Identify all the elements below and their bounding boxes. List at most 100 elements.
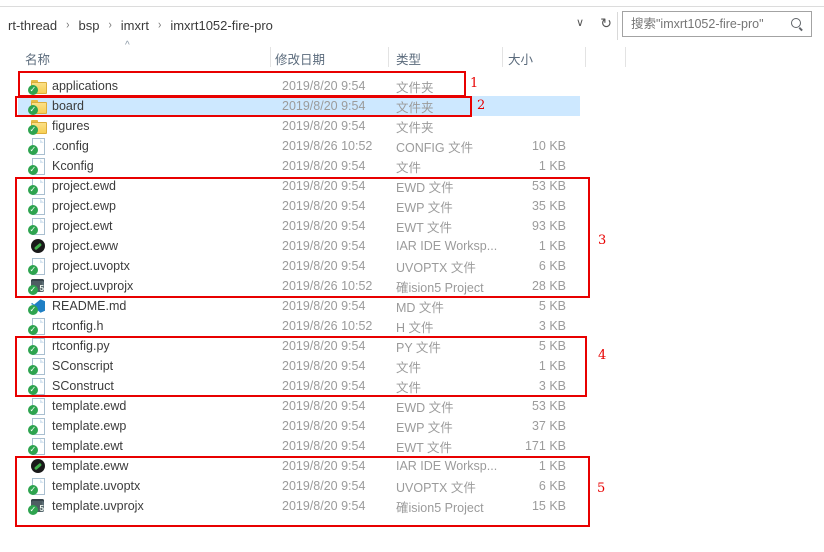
iar-workbench-icon	[30, 458, 46, 474]
file-row[interactable]: SConstruct 2019/8/20 9:54 文件 3 KB	[18, 376, 580, 396]
breadcrumb: rt-thread › bsp › imxrt › imxrt1052-fire…	[8, 7, 273, 43]
document-icon	[28, 318, 46, 335]
document-icon	[28, 158, 46, 175]
file-size: 1 KB	[538, 359, 566, 373]
file-name: project.ewd	[52, 179, 116, 193]
file-row[interactable]: applications 2019/8/20 9:54 文件夹	[18, 76, 580, 96]
file-row[interactable]: .config 2019/8/26 10:52 CONFIG 文件 10 KB	[18, 136, 580, 156]
document-icon	[28, 378, 46, 395]
vcs-check-badge	[28, 145, 38, 155]
document-icon	[28, 218, 46, 235]
vcs-check-badge	[28, 345, 38, 355]
column-header-type[interactable]: 类型	[396, 49, 421, 68]
column-header-row: ^ 名称 修改日期 类型 大小	[0, 40, 824, 68]
file-row[interactable]: project.ewt 2019/8/20 9:54 EWT 文件 93 KB	[18, 216, 580, 236]
file-name: board	[52, 99, 84, 113]
column-divider[interactable]	[502, 47, 503, 67]
file-row[interactable]: template.uvprojx 2019/8/20 9:54 確ision5 …	[18, 496, 580, 516]
file-row[interactable]: project.ewp 2019/8/20 9:54 EWP 文件 35 KB	[18, 196, 580, 216]
file-type: CONFIG 文件	[396, 140, 474, 155]
column-header-size[interactable]: 大小	[508, 49, 533, 68]
file-row[interactable]: template.uvoptx 2019/8/20 9:54 UVOPTX 文件…	[18, 476, 580, 496]
annotation-label-5: 5	[597, 481, 606, 496]
file-type: IAR IDE Worksp...	[396, 239, 498, 253]
file-type: 文件	[396, 380, 422, 395]
search-icon[interactable]	[789, 16, 805, 32]
breadcrumb-item-rt-thread[interactable]: rt-thread	[8, 18, 57, 33]
file-row[interactable]: project.uvprojx 2019/8/26 10:52 確ision5 …	[18, 276, 580, 296]
file-row[interactable]: rtconfig.h 2019/8/26 10:52 H 文件 3 KB	[18, 316, 580, 336]
vcs-check-badge	[28, 125, 38, 135]
folder-icon	[28, 78, 47, 95]
file-date-modified: 2019/8/20 9:54	[282, 439, 366, 453]
column-header-date-modified[interactable]: 修改日期	[275, 49, 325, 68]
file-row[interactable]: project.ewd 2019/8/20 9:54 EWD 文件 53 KB	[18, 176, 580, 196]
breadcrumb-item-imxrt1052-fire-pro[interactable]: imxrt1052-fire-pro	[170, 18, 273, 33]
file-date-modified: 2019/8/20 9:54	[282, 239, 366, 253]
file-date-modified: 2019/8/20 9:54	[282, 459, 366, 473]
address-history-chevron-down-icon[interactable]: ∨	[576, 16, 584, 29]
column-divider[interactable]	[625, 47, 626, 67]
file-name: Kconfig	[52, 159, 94, 173]
vcs-check-badge	[28, 505, 38, 515]
annotation-label-3: 3	[598, 233, 607, 248]
file-name: project.uvoptx	[52, 259, 130, 273]
column-divider[interactable]	[270, 47, 271, 67]
document-icon	[28, 478, 46, 495]
file-name: template.uvoptx	[52, 479, 141, 493]
annotation-label-4: 4	[598, 348, 607, 363]
vcs-check-badge	[28, 425, 38, 435]
address-toolbar: rt-thread › bsp › imxrt › imxrt1052-fire…	[0, 7, 824, 43]
file-type: 確ision5 Project	[396, 500, 484, 515]
file-size: 6 KB	[538, 259, 566, 273]
vscode-icon	[28, 298, 46, 315]
column-header-name[interactable]: 名称	[25, 49, 50, 68]
breadcrumb-item-bsp[interactable]: bsp	[78, 18, 99, 33]
document-icon	[28, 338, 46, 355]
document-icon	[28, 198, 46, 215]
file-row[interactable]: template.ewp 2019/8/20 9:54 EWP 文件 37 KB	[18, 416, 580, 436]
file-type: 文件夹	[396, 100, 434, 115]
file-date-modified: 2019/8/26 10:52	[282, 139, 373, 153]
file-row[interactable]: board 2019/8/20 9:54 文件夹	[18, 96, 580, 116]
file-row[interactable]: template.ewt 2019/8/20 9:54 EWT 文件 171 K…	[18, 436, 580, 456]
file-type: UVOPTX 文件	[396, 260, 476, 275]
file-name: SConscript	[52, 359, 114, 373]
folder-icon	[28, 98, 47, 115]
search-input[interactable]	[623, 17, 789, 31]
vcs-check-badge	[28, 265, 38, 275]
folder-icon	[28, 118, 47, 135]
file-row[interactable]: README.md 2019/8/20 9:54 MD 文件 5 KB	[18, 296, 580, 316]
file-date-modified: 2019/8/20 9:54	[282, 159, 366, 173]
file-date-modified: 2019/8/20 9:54	[282, 499, 366, 513]
iar-workbench-icon	[30, 238, 46, 254]
file-type: MD 文件	[396, 300, 444, 315]
file-row[interactable]: project.eww 2019/8/20 9:54 IAR IDE Works…	[18, 236, 580, 256]
file-size: 53 KB	[531, 179, 566, 193]
breadcrumb-item-imxrt[interactable]: imxrt	[121, 18, 149, 33]
file-name: project.eww	[52, 239, 118, 253]
file-row[interactable]: rtconfig.py 2019/8/20 9:54 PY 文件 5 KB	[18, 336, 580, 356]
file-row[interactable]: template.eww 2019/8/20 9:54 IAR IDE Work…	[18, 456, 580, 476]
file-name: applications	[52, 79, 119, 93]
file-name: rtconfig.h	[52, 319, 104, 333]
file-size: 3 KB	[538, 319, 566, 333]
file-date-modified: 2019/8/20 9:54	[282, 259, 366, 273]
file-row[interactable]: figures 2019/8/20 9:54 文件夹	[18, 116, 580, 136]
file-date-modified: 2019/8/20 9:54	[282, 339, 366, 353]
column-divider[interactable]	[585, 47, 586, 67]
file-row[interactable]: Kconfig 2019/8/20 9:54 文件 1 KB	[18, 156, 580, 176]
file-type: EWT 文件	[396, 440, 453, 455]
file-name: template.eww	[52, 459, 129, 473]
file-row[interactable]: SConscript 2019/8/20 9:54 文件 1 KB	[18, 356, 580, 376]
column-divider[interactable]	[388, 47, 389, 67]
search-box[interactable]	[622, 11, 812, 37]
file-row[interactable]: project.uvoptx 2019/8/20 9:54 UVOPTX 文件 …	[18, 256, 580, 276]
file-date-modified: 2019/8/20 9:54	[282, 379, 366, 393]
refresh-icon[interactable]: ↻	[600, 15, 612, 32]
file-row[interactable]: template.ewd 2019/8/20 9:54 EWD 文件 53 KB	[18, 396, 580, 416]
file-date-modified: 2019/8/20 9:54	[282, 79, 366, 93]
vcs-check-badge	[28, 385, 38, 395]
file-size: 5 KB	[538, 299, 566, 313]
toolbar-separator	[617, 12, 618, 40]
